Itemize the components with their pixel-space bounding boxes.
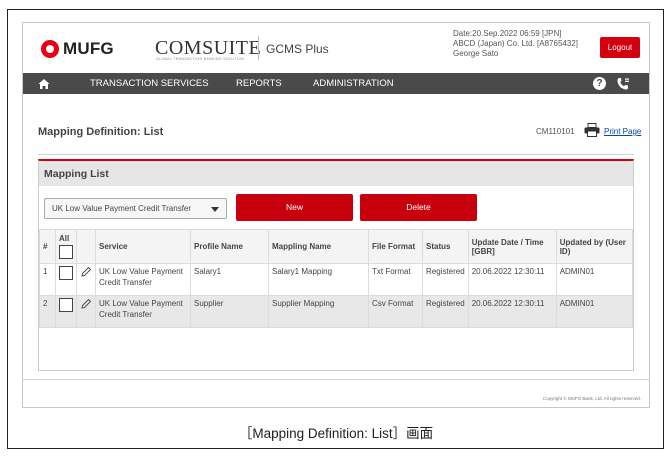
table-row[interactable]: 1 UK Low Value Payment Credit Transfer S… xyxy=(39,263,634,296)
mufg-logo-icon xyxy=(41,40,59,58)
logout-button[interactable]: Logout xyxy=(600,37,640,58)
figure-caption: ［Mapping Definition: List］画面 xyxy=(238,426,434,441)
service-select[interactable]: UK Low Value Payment Credit Transfer xyxy=(44,198,227,219)
phone-icon[interactable] xyxy=(616,77,630,91)
footer-divider xyxy=(23,379,649,380)
row-edit-cell xyxy=(76,263,96,296)
panel-header: Mapping List xyxy=(39,161,633,186)
col-status: Status xyxy=(422,229,469,264)
copyright: Copyright © MUFG Bank, Ltd. All rights r… xyxy=(542,396,641,401)
new-button[interactable]: New xyxy=(236,194,353,221)
nav-transaction-services[interactable]: TRANSACTION SERVICES xyxy=(90,78,209,89)
mufg-logo-text: MUFG xyxy=(63,39,114,58)
row-profile: Salary1 xyxy=(190,263,269,296)
nav-reports[interactable]: REPORTS xyxy=(236,78,282,89)
row-service: UK Low Value Payment Credit Transfer xyxy=(95,263,191,296)
col-num: # xyxy=(39,229,56,264)
main-nav: TRANSACTION SERVICES REPORTS ADMINISTRAT… xyxy=(23,73,649,94)
service-select-value: UK Low Value Payment Credit Transfer xyxy=(52,204,192,213)
col-all: All xyxy=(55,229,77,264)
select-all-checkbox[interactable] xyxy=(59,245,73,259)
row-select-cell xyxy=(55,263,77,296)
session-info: Date:20.Sep.2022 06:59 [JPN] ABCD (Japan… xyxy=(453,29,578,59)
nav-administration[interactable]: ADMINISTRATION xyxy=(313,78,394,89)
row-mapping: Supplier Mapping xyxy=(268,295,369,328)
mapping-list-panel: Mapping List UK Low Value Payment Credit… xyxy=(38,159,634,371)
session-date: Date:20.Sep.2022 06:59 [JPN] xyxy=(453,29,562,38)
comsuite-tagline: GLOBAL TRANSACTION BANKING SOLUTION xyxy=(156,57,244,61)
row-update: 20.06.2022 12:30:11 xyxy=(467,263,557,296)
col-service: Service xyxy=(95,229,191,264)
header-divider xyxy=(258,36,259,60)
row-num: 2 xyxy=(39,295,56,328)
help-icon[interactable]: ? xyxy=(593,77,606,90)
col-all-label: All xyxy=(59,234,70,243)
row-mapping: Salary1 Mapping xyxy=(268,263,369,296)
row-profile: Supplier xyxy=(190,295,269,328)
pencil-icon[interactable] xyxy=(80,298,92,310)
print-page-link[interactable]: Print Page xyxy=(604,127,641,136)
row-update: 20.06.2022 12:30:11 xyxy=(467,295,557,328)
panel-title: Mapping List xyxy=(44,168,109,180)
row-updated-by: ADMIN01 xyxy=(555,295,634,328)
app-window: MUFG COMSUITE GLOBAL TRANSACTION BANKING… xyxy=(22,22,650,408)
row-select-cell xyxy=(55,295,77,328)
session-user: George Sato xyxy=(453,49,499,58)
row-service: UK Low Value Payment Credit Transfer xyxy=(95,295,191,328)
col-profile: Profile Name xyxy=(190,229,269,264)
row-format: Csv Format xyxy=(368,295,423,328)
row-checkbox[interactable] xyxy=(59,266,73,280)
col-edit xyxy=(76,229,96,264)
row-updated-by: ADMIN01 xyxy=(555,263,634,296)
col-format: File Format xyxy=(368,229,423,264)
title-divider xyxy=(38,154,634,155)
pencil-icon[interactable] xyxy=(80,266,92,278)
session-company: ABCD (Japan) Co. Ltd. [A8765432] xyxy=(453,39,578,48)
row-checkbox[interactable] xyxy=(59,298,73,312)
page-title: Mapping Definition: List xyxy=(38,126,164,138)
mufg-logo: MUFG xyxy=(41,38,114,60)
screen-id: CM110101 xyxy=(536,127,575,136)
row-num: 1 xyxy=(39,263,56,296)
printer-icon[interactable] xyxy=(584,123,600,137)
header: MUFG COMSUITE GLOBAL TRANSACTION BANKING… xyxy=(23,23,649,73)
table-row[interactable]: 2 UK Low Value Payment Credit Transfer S… xyxy=(39,295,634,328)
mapping-table: # All Service Profile Name Mappling Name… xyxy=(39,229,634,328)
row-edit-cell xyxy=(76,295,96,328)
row-format: Txt Format xyxy=(368,263,423,296)
home-icon[interactable] xyxy=(38,78,50,90)
col-mapping: Mappling Name xyxy=(268,229,369,264)
table-header-row: # All Service Profile Name Mappling Name… xyxy=(39,229,634,264)
col-update: Update Date / Time [GBR] xyxy=(467,229,557,264)
module-name: GCMS Plus xyxy=(266,42,329,56)
row-status: Registered xyxy=(422,295,469,328)
delete-button[interactable]: Delete xyxy=(360,194,477,221)
row-status: Registered xyxy=(422,263,469,296)
col-updated-by: Updated by (User ID) xyxy=(555,229,634,264)
chevron-down-icon xyxy=(211,207,219,212)
